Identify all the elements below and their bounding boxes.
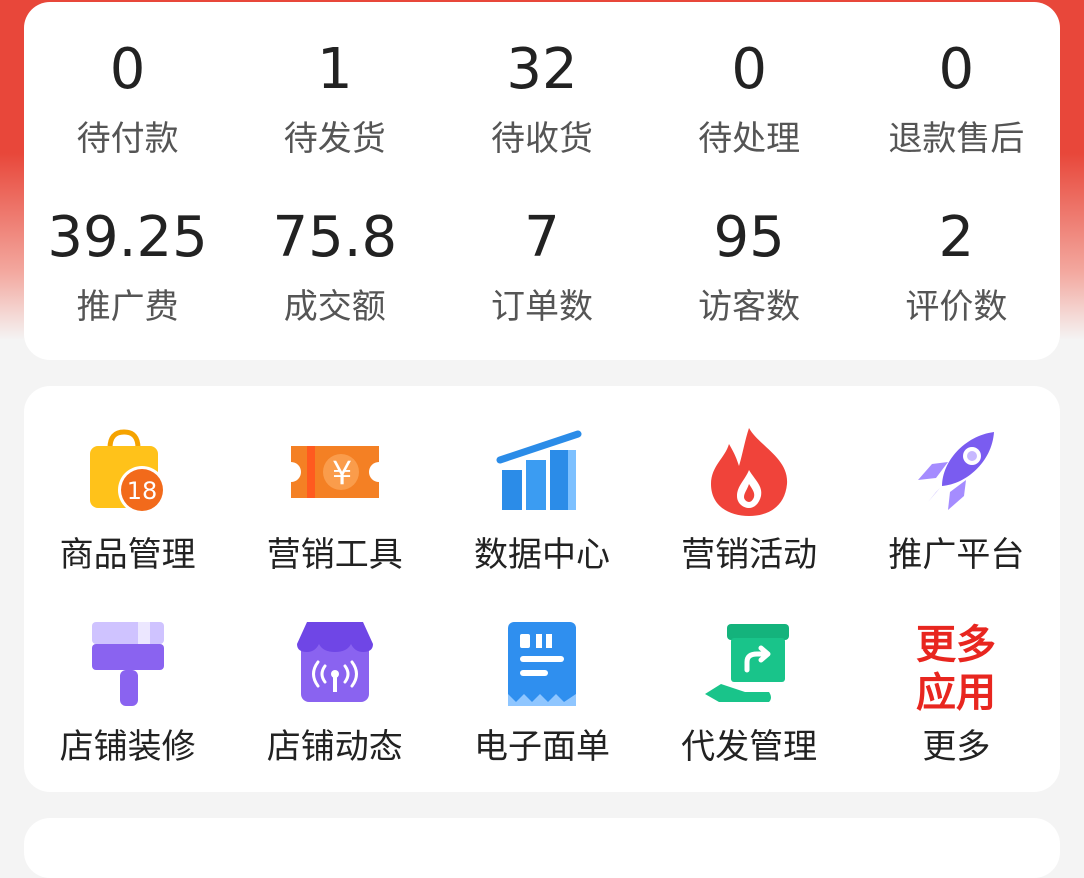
shopping-bag-icon: 18 [78,422,178,522]
flame-icon [699,422,799,522]
stat-value: 7 [524,205,560,270]
order-status-row: 0 待付款 1 待发货 32 待收货 0 待处理 0 退款售后 [24,2,1060,170]
stat-promotion-fee[interactable]: 39.25 推广费 [24,170,231,338]
app-row: 店铺装修 店铺动态 电子面单 代发管理 更多 应用 更多 [24,578,1060,770]
stat-pending-payment[interactable]: 0 待付款 [24,2,231,170]
app-marketing-activities[interactable]: 营销活动 [646,386,853,578]
stat-value: 95 [713,205,785,270]
stat-refund-after-sales[interactable]: 0 退款售后 [853,2,1060,170]
receipt-icon [492,614,592,714]
stat-label: 访客数 [698,287,801,327]
coupon-icon: ¥ [285,422,385,522]
shop-stats-card: 0 待付款 1 待发货 32 待收货 0 待处理 0 退款售后 39.25 推广… [24,2,1060,360]
app-shop-decoration[interactable]: 店铺装修 [24,578,231,770]
app-data-center[interactable]: 数据中心 [438,386,645,578]
app-label: 商品管理 [59,535,196,575]
stat-value: 39.25 [47,205,208,270]
app-label: 营销工具 [266,535,403,575]
next-section-card [24,818,1060,878]
stat-value: 75.8 [272,205,398,270]
paint-roller-icon [78,614,178,714]
storefront-broadcast-icon [285,614,385,714]
stat-value: 0 [938,37,975,102]
stat-label: 待付款 [76,119,179,159]
more-apps-text-line1: 更多 [916,622,996,668]
app-label: 店铺装修 [59,727,196,767]
stat-label: 推广费 [76,287,179,327]
app-label: 数据中心 [473,535,610,575]
stat-label: 待发货 [283,119,386,159]
app-label: 电子面单 [473,727,610,767]
more-apps-icon: 更多 应用 [906,614,1006,714]
app-dropshipping-management[interactable]: 代发管理 [646,578,853,770]
stat-pending-receipt[interactable]: 32 待收货 [438,2,645,170]
app-label: 推广平台 [888,535,1025,575]
stat-order-count[interactable]: 7 订单数 [438,170,645,338]
stat-pending-shipment[interactable]: 1 待发货 [231,2,438,170]
stat-turnover[interactable]: 75.8 成交额 [231,170,438,338]
app-label: 营销活动 [681,535,818,575]
app-label: 更多 [922,727,991,767]
stat-label: 成交额 [283,287,386,327]
stat-visitor-count[interactable]: 95 访客数 [646,170,853,338]
app-label: 店铺动态 [266,727,403,767]
stat-pending-processing[interactable]: 0 待处理 [646,2,853,170]
app-row: 18 商品管理 ¥ 营销工具 数据中心 营销活动 推广平台 [24,386,1060,578]
app-more[interactable]: 更多 应用 更多 [853,578,1060,770]
stat-label: 待收货 [490,119,593,159]
app-electronic-waybill[interactable]: 电子面单 [438,578,645,770]
app-label: 代发管理 [681,727,818,767]
stat-value: 0 [109,37,146,102]
app-marketing-tools[interactable]: ¥ 营销工具 [231,386,438,578]
stat-review-count[interactable]: 2 评价数 [853,170,1060,338]
app-grid-card: 18 商品管理 ¥ 营销工具 数据中心 营销活动 推广平台 店铺装修 店铺动态 … [24,386,1060,792]
stat-value: 32 [506,37,578,102]
more-apps-text-line2: 应用 [916,670,996,714]
business-metrics-row: 39.25 推广费 75.8 成交额 7 订单数 95 访客数 2 评价数 [24,170,1060,338]
hand-box-icon [699,614,799,714]
stat-label: 订单数 [490,287,593,327]
rocket-icon [906,422,1006,522]
product-count-badge: 18 [126,477,157,505]
stat-value: 0 [731,37,767,102]
stat-label: 退款售后 [888,119,1025,159]
yuan-glyph: ¥ [332,454,352,492]
stat-label: 评价数 [905,287,1008,327]
app-promotion-platform[interactable]: 推广平台 [853,386,1060,578]
app-shop-dynamics[interactable]: 店铺动态 [231,578,438,770]
stat-label: 待处理 [698,119,801,159]
stat-value: 1 [316,37,353,102]
stat-value: 2 [938,205,975,270]
bar-chart-icon [492,422,592,522]
app-product-management[interactable]: 18 商品管理 [24,386,231,578]
